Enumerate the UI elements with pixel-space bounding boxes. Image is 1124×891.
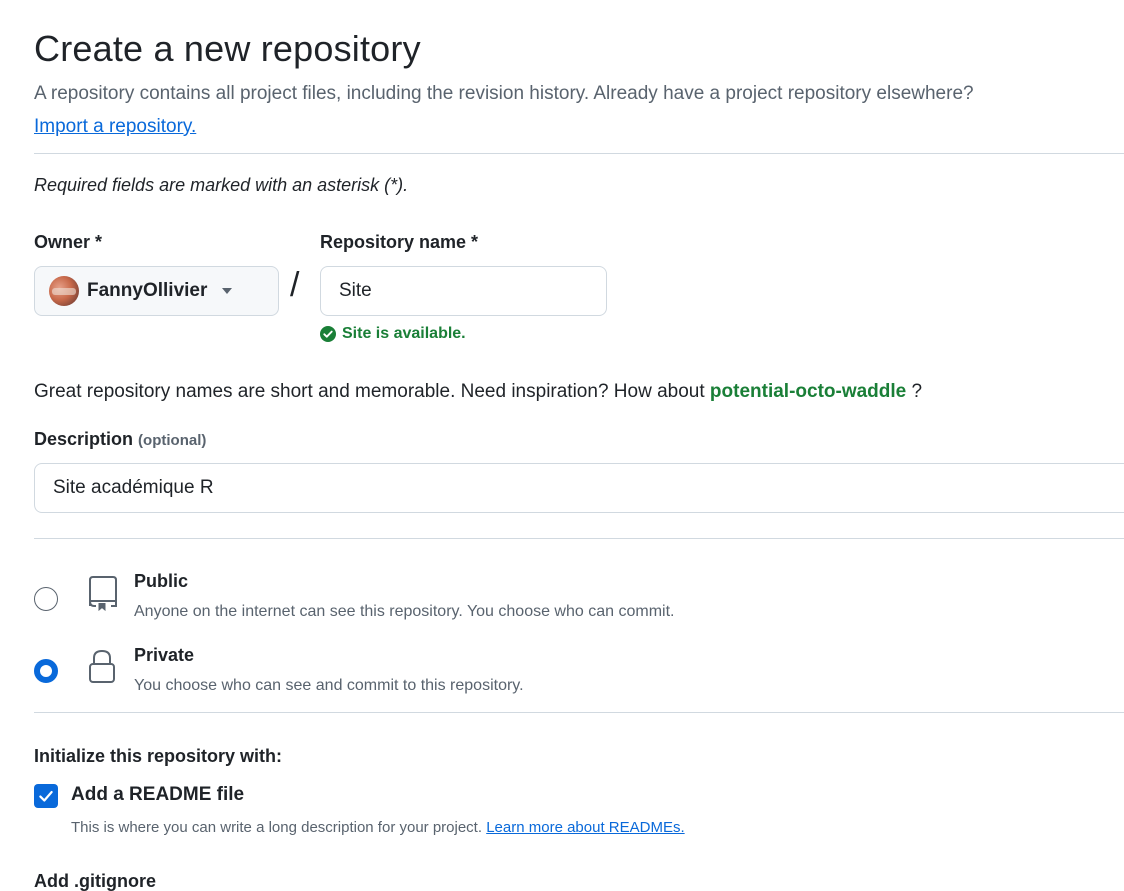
owner-select-button[interactable]: FannyOllivier bbox=[34, 266, 279, 316]
readme-learn-more-link[interactable]: Learn more about READMEs. bbox=[486, 819, 684, 836]
description-input[interactable] bbox=[34, 463, 1124, 513]
readme-title: Add a README file bbox=[71, 784, 245, 805]
lock-icon bbox=[89, 649, 115, 683]
header-divider bbox=[34, 153, 1124, 154]
owner-label: Owner * bbox=[34, 232, 103, 252]
owner-name: FannyOllivier bbox=[87, 280, 208, 301]
create-repository-page: Create a new repository A repository con… bbox=[34, 0, 1124, 891]
suggestion-prefix: Great repository names are short and mem… bbox=[34, 381, 705, 402]
availability-text: Site is available. bbox=[342, 325, 466, 342]
description-label: Description (optional) bbox=[34, 429, 206, 450]
import-repository-link[interactable]: Import a repository. bbox=[34, 116, 196, 138]
checkmark-icon bbox=[39, 790, 53, 802]
description-divider bbox=[34, 538, 1124, 539]
repository-name-input[interactable] bbox=[320, 266, 607, 316]
public-radio[interactable] bbox=[34, 587, 58, 611]
caret-down-icon bbox=[222, 288, 233, 294]
repo-icon bbox=[89, 576, 117, 611]
avatar bbox=[49, 276, 79, 306]
intro-text: A repository contains all project files,… bbox=[34, 83, 974, 104]
public-title: Public bbox=[134, 571, 189, 591]
description-label-text: Description bbox=[34, 429, 134, 449]
public-description: Anyone on the internet can see this repo… bbox=[134, 603, 675, 620]
gitignore-label: Add .gitignore bbox=[34, 871, 156, 891]
page-title: Create a new repository bbox=[34, 28, 421, 69]
private-title: Private bbox=[134, 645, 195, 665]
readme-description-text: This is where you can write a long descr… bbox=[71, 819, 483, 836]
owner-repo-separator: / bbox=[290, 266, 300, 304]
suggestion-suffix: ? bbox=[911, 381, 923, 402]
repository-name-label: Repository name * bbox=[320, 232, 479, 252]
optional-hint: (optional) bbox=[138, 432, 207, 449]
readme-checkbox[interactable] bbox=[34, 784, 58, 808]
name-suggestion: Great repository names are short and mem… bbox=[34, 381, 922, 403]
check-circle-icon bbox=[320, 326, 336, 342]
availability-message: Site is available. bbox=[320, 325, 466, 343]
visibility-divider bbox=[34, 712, 1124, 713]
private-radio[interactable] bbox=[34, 659, 58, 683]
initialize-label: Initialize this repository with: bbox=[34, 746, 283, 766]
private-description: You choose who can see and commit to thi… bbox=[134, 677, 524, 694]
readme-description: This is where you can write a long descr… bbox=[71, 819, 685, 836]
required-fields-note: Required fields are marked with an aster… bbox=[34, 175, 409, 195]
suggested-repository-name[interactable]: potential-octo-waddle bbox=[710, 381, 906, 402]
